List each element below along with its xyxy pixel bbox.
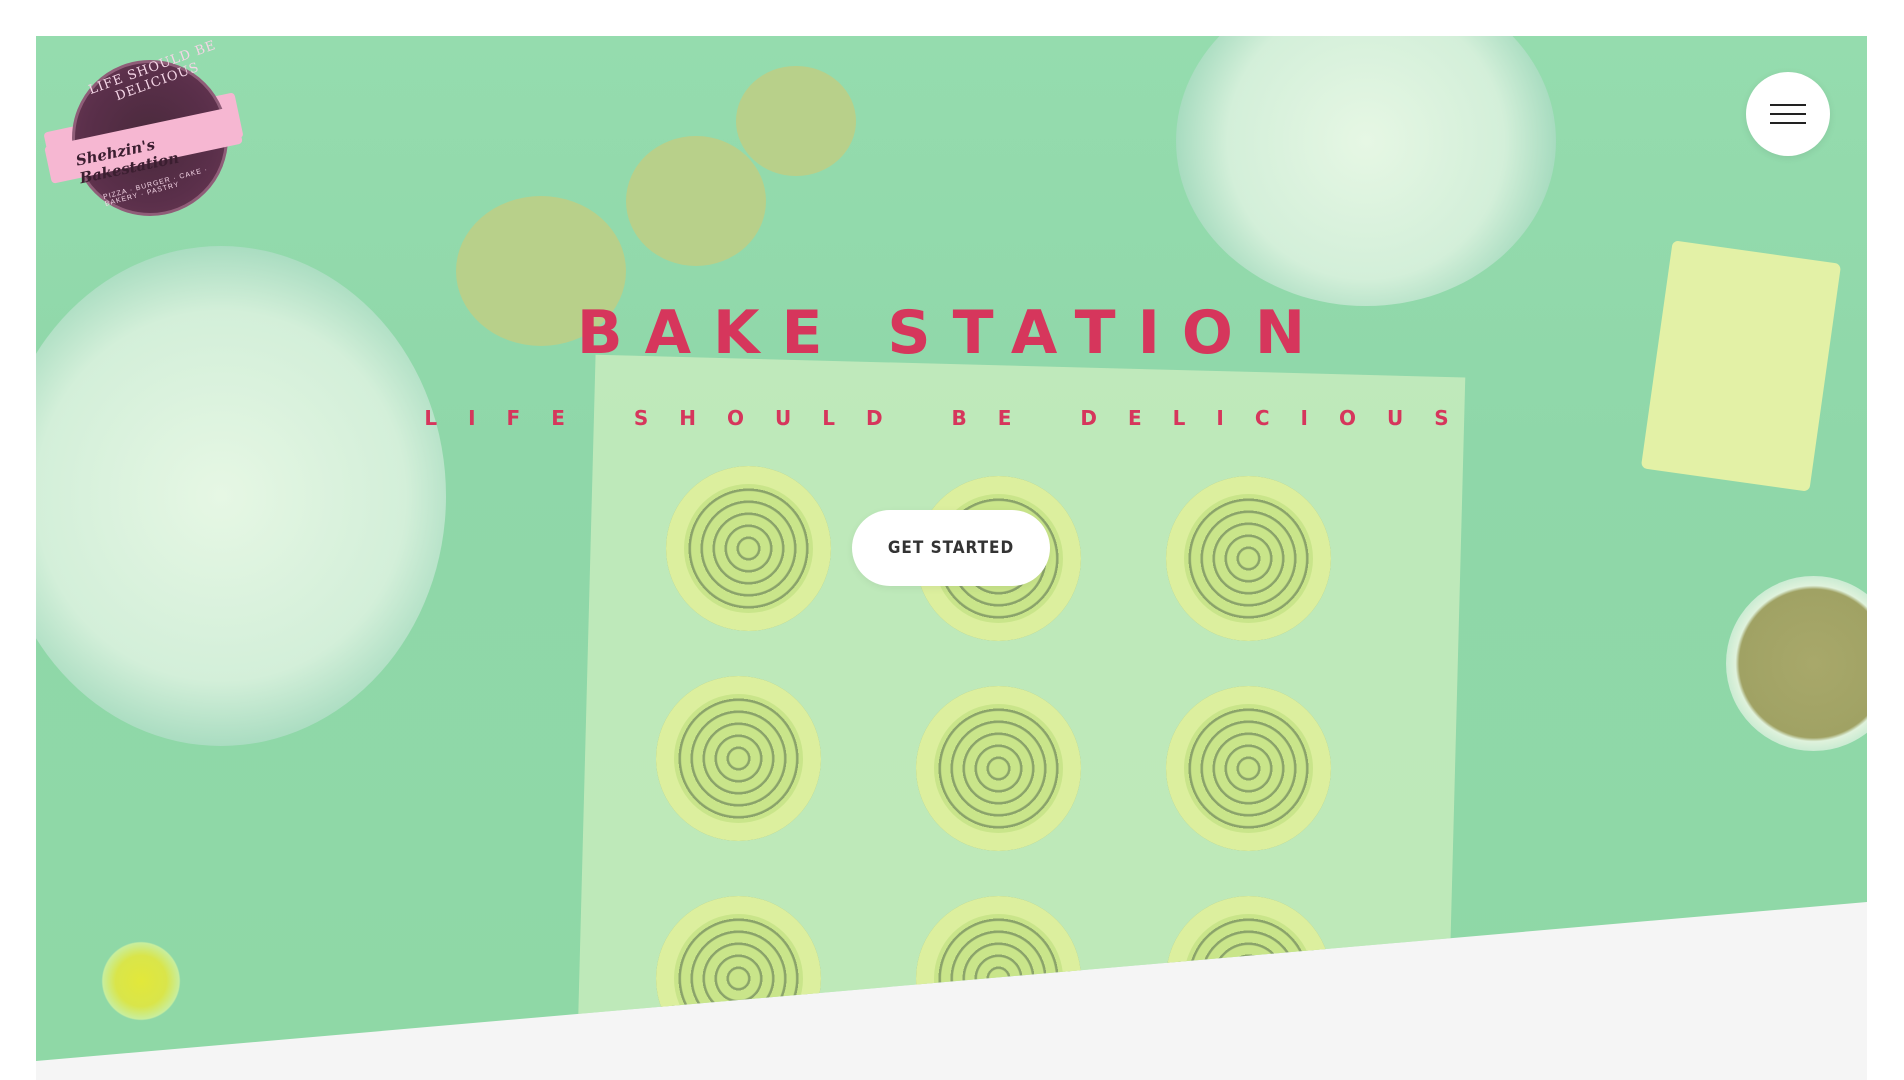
egg-yolk <box>96 936 186 1026</box>
measuring-spoon-2 <box>626 136 766 266</box>
hamburger-menu-button[interactable] <box>1746 72 1830 156</box>
cinnamon-roll <box>666 466 831 631</box>
sugar-bowl-top <box>1176 36 1556 306</box>
spice-bowl <box>1726 576 1867 751</box>
cinnamon-roll <box>916 896 1081 1061</box>
hero-title: BAKE STATION <box>576 298 1328 368</box>
cinnamon-roll <box>1166 686 1331 851</box>
cinnamon-roll <box>916 686 1081 851</box>
get-started-button[interactable]: GET STARTED <box>852 510 1050 586</box>
hero-subtitle: LIFE SHOULD BE DELICIOUS <box>424 406 1480 430</box>
cinnamon-roll <box>656 896 821 1061</box>
measuring-spoon-3 <box>736 66 856 176</box>
cinnamon-roll <box>656 676 821 841</box>
cinnamon-roll <box>1166 896 1331 1061</box>
cinnamon-roll <box>1166 476 1331 641</box>
